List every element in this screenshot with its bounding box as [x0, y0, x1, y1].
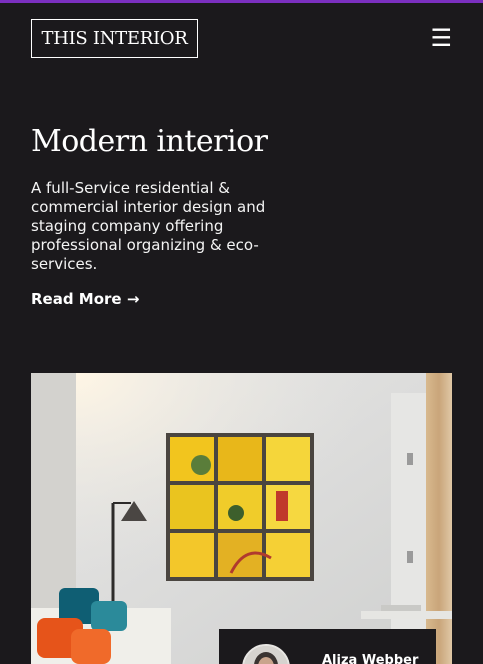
hamburger-menu-icon[interactable]: ☰	[430, 24, 452, 52]
featured-interior-image	[31, 373, 452, 664]
interior-photo	[31, 373, 452, 664]
author-avatar	[242, 644, 290, 664]
author-name: Aliza Webber	[322, 653, 419, 664]
window-art	[166, 433, 314, 581]
read-more-link[interactable]: Read More →	[31, 290, 139, 308]
author-card[interactable]: Aliza Webber	[219, 629, 436, 664]
site-header: THIS INTERIOR ☰	[31, 19, 452, 59]
hero-description: A full-Service residential & commercial …	[31, 179, 266, 273]
site-logo[interactable]: THIS INTERIOR	[31, 19, 198, 58]
top-accent-bar	[0, 0, 483, 3]
hero-title: Modern interior	[31, 124, 268, 159]
